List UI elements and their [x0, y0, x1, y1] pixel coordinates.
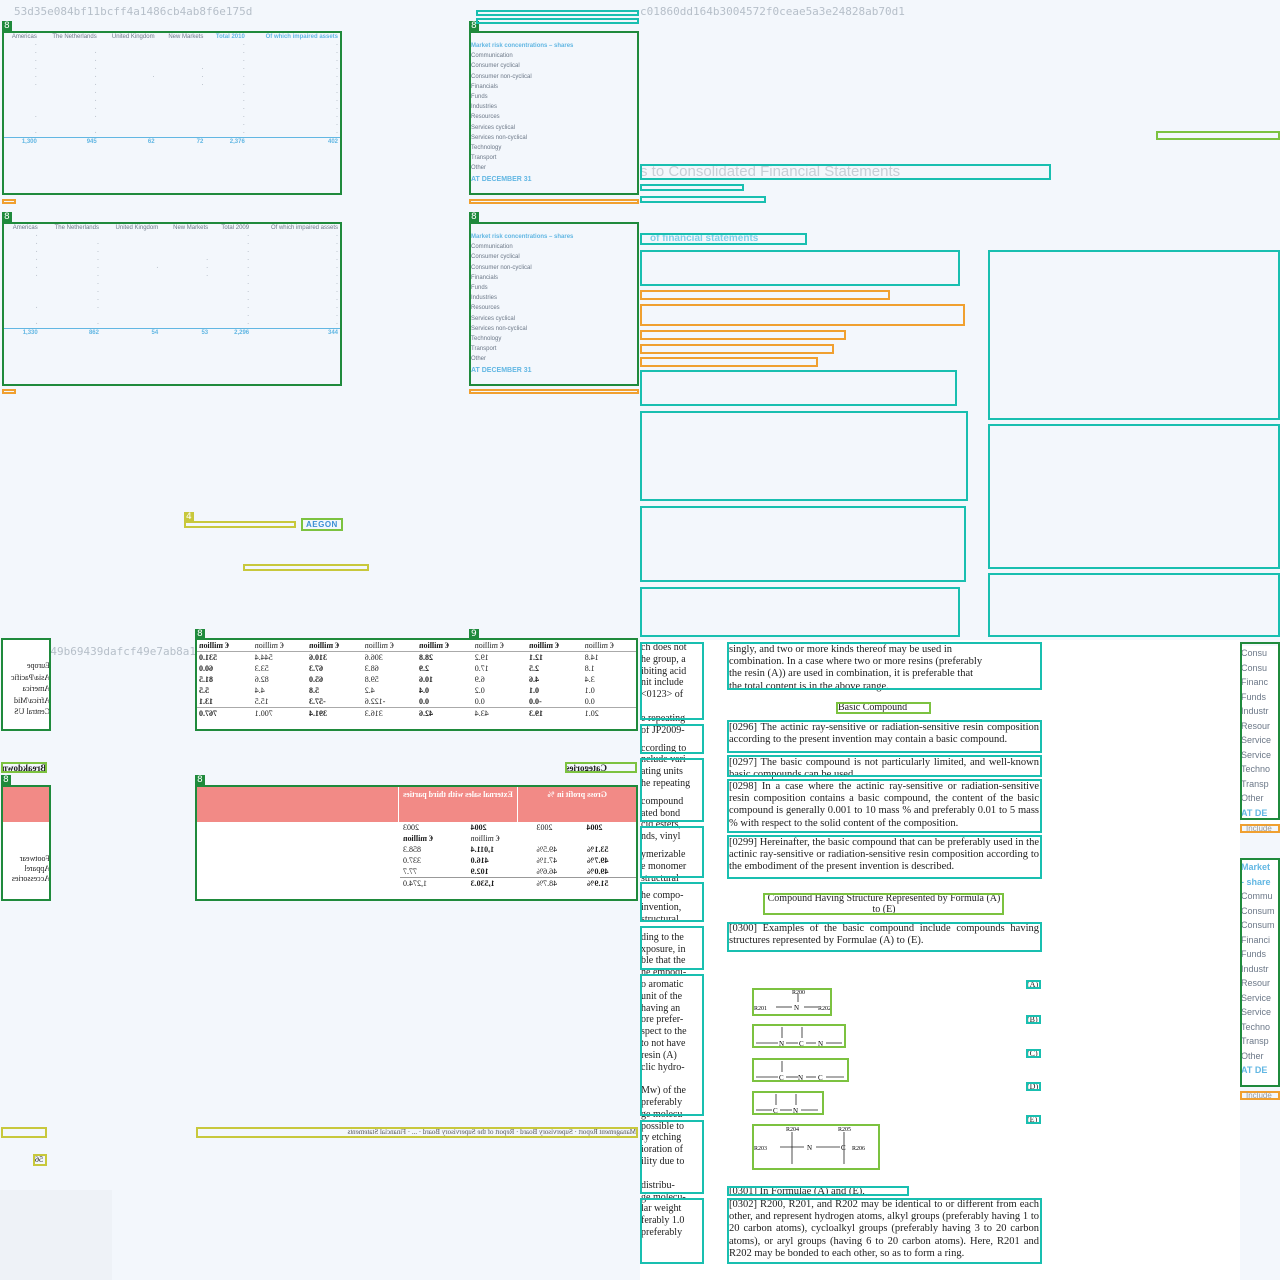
- faint-text-block: [640, 411, 968, 501]
- caption-region-box: [469, 389, 639, 394]
- blank-tile: [0, 1190, 112, 1280]
- list-region-box: [1240, 642, 1280, 820]
- text-block-box: [640, 974, 704, 1116]
- region-tag: 4: [184, 512, 194, 522]
- text-block-box: [640, 642, 704, 720]
- table-region-box: [2, 31, 342, 195]
- list-region-box: [1240, 858, 1280, 1087]
- subtitle-box: [640, 196, 766, 203]
- formula-box: [752, 988, 832, 1016]
- text-block-box: [727, 1186, 909, 1196]
- region-tag: 8: [469, 212, 479, 222]
- list-item-box: [640, 330, 846, 340]
- formula-box: [752, 1124, 880, 1170]
- heading-box: [1, 762, 47, 773]
- table-region-box: [195, 638, 638, 731]
- caption-region-box: [469, 199, 639, 204]
- text-block-box: [640, 1120, 704, 1194]
- faint-text-block: [640, 250, 960, 286]
- footer-text-box: [196, 1127, 638, 1138]
- formula-box: [752, 1024, 846, 1048]
- text-block-box: [727, 835, 1042, 879]
- list-item-box: [640, 344, 834, 354]
- include-label: Include: [1246, 1091, 1272, 1100]
- header-text-box: [1156, 131, 1280, 140]
- text-block-box: [640, 882, 704, 922]
- text-block-box: [727, 720, 1042, 753]
- footer-text-box: [184, 521, 296, 528]
- page-number-box: [33, 1154, 47, 1166]
- text-block-box: [640, 758, 704, 822]
- label-box: [1026, 1015, 1041, 1024]
- formula-box: [752, 1058, 849, 1082]
- region-tag: 8: [195, 629, 205, 639]
- formula-box: [752, 1091, 824, 1115]
- table-region-box: [195, 785, 638, 901]
- text-block-box: [640, 826, 704, 878]
- text-block-box: [640, 1198, 704, 1264]
- subtitle-box: [640, 184, 744, 191]
- list-item-box: [640, 290, 890, 300]
- caption-region-box: [476, 18, 639, 24]
- label-box: [1026, 1115, 1041, 1124]
- list-region-box: [469, 31, 639, 195]
- faint-text-block: [640, 506, 966, 582]
- tile-hash: c01860dd164b3004572f0ceae5a3e24828ab70d1: [640, 5, 905, 18]
- text-block-box: [640, 724, 704, 754]
- caption-region-box: [2, 389, 16, 394]
- table-region-box: [1, 638, 51, 731]
- include-label: Include: [1246, 824, 1272, 833]
- text-block-box: [640, 926, 704, 970]
- caption-region-box: [2, 199, 16, 204]
- table-region-box: [1, 785, 51, 901]
- tile-hash: 53d35e084bf11bcff4a1486cb4ab8f6e175d: [14, 5, 253, 18]
- list-item-box: [640, 304, 965, 326]
- heading-box: [565, 762, 637, 773]
- subheading-box: [640, 233, 807, 245]
- heading-box: [763, 893, 1004, 915]
- heading-box: [836, 702, 931, 714]
- faint-text-block: [640, 370, 957, 406]
- region-tag: 8: [1, 775, 11, 785]
- faint-text-block: [640, 587, 960, 637]
- region-tag: 8: [2, 212, 12, 222]
- list-item-box: [640, 357, 818, 367]
- label-box: [1026, 1082, 1041, 1091]
- aegon-logo: AEGON: [306, 520, 338, 529]
- footer-text-box: [243, 564, 369, 571]
- heading-box: [640, 164, 1051, 180]
- text-block-box: [727, 1198, 1042, 1264]
- label-box: [1026, 1049, 1041, 1058]
- text-block-box: [727, 642, 1042, 690]
- footer-text-box: [1, 1127, 47, 1138]
- text-block-box: [727, 779, 1042, 833]
- region-tag: 9: [469, 629, 479, 639]
- list-region-box: [469, 222, 639, 386]
- table-region-box: [2, 222, 342, 386]
- faint-text-block: [988, 573, 1280, 637]
- label-box: [1026, 980, 1041, 989]
- faint-text-block: [988, 424, 1280, 569]
- faint-text-block: [988, 250, 1280, 420]
- region-tag: 8: [2, 21, 12, 31]
- caption-region-box: [476, 10, 639, 16]
- region-tag: 8: [195, 775, 205, 785]
- text-block-box: [727, 922, 1042, 952]
- text-block-box: [727, 755, 1042, 777]
